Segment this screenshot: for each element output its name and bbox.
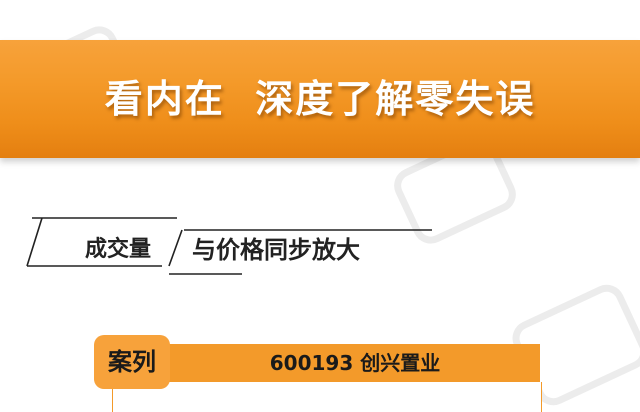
- case-label: 案列: [94, 335, 170, 389]
- banner-title: 看内在 深度了解零失误: [104, 77, 536, 121]
- top-banner: 看内在 深度了解零失误: [0, 40, 640, 158]
- case-title: 600193 创兴置业: [269, 351, 441, 375]
- section-title: 与价格同步放大: [192, 236, 360, 264]
- section-heading: 成交量 与价格同步放大: [22, 216, 442, 276]
- section-tag: 成交量: [84, 237, 151, 262]
- case-content-box: [112, 382, 542, 412]
